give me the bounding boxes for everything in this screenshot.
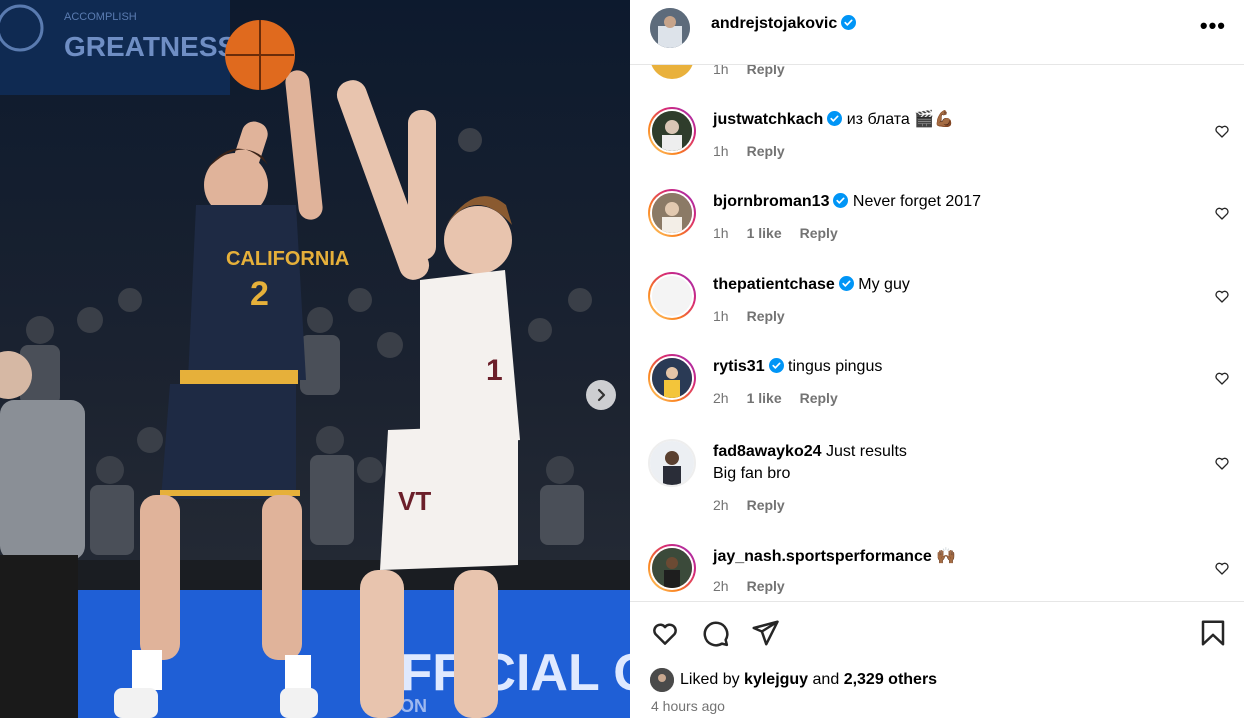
comment-time: 1h	[713, 143, 729, 159]
basketball-photo: ACCOMPLISH GREATNESS OFFICIAL GR O LION	[0, 0, 630, 718]
more-options-button[interactable]: •••	[1200, 15, 1226, 37]
comment-text: justwatchkach из блата 🎬💪🏾	[713, 109, 954, 131]
heart-icon[interactable]	[1214, 560, 1230, 576]
verified-badge-icon	[833, 193, 849, 208]
comment-time: 2h	[713, 497, 729, 513]
post-side-panel: andrejstojakovic ••• 1h Reply justwatchka…	[630, 0, 1244, 718]
comment-body-line2: Big fan bro	[713, 465, 791, 482]
comment-username[interactable]: bjornbroman13	[713, 193, 829, 210]
avatar[interactable]	[648, 189, 696, 237]
partial-comment-meta: 1h Reply	[713, 65, 785, 77]
author-avatar[interactable]	[650, 8, 690, 48]
next-photo-button[interactable]	[586, 380, 616, 410]
verified-badge-icon	[768, 358, 784, 373]
reply-button[interactable]: Reply	[800, 390, 838, 406]
comment-text: thepatientchase My guy	[713, 274, 910, 296]
jersey-text: CALIFORNIA	[226, 248, 349, 270]
post-header: andrejstojakovic •••	[630, 0, 1244, 60]
like-heart-icon[interactable]	[650, 618, 680, 648]
comment-username[interactable]: jay_nash.sportsperformance	[713, 548, 932, 565]
avatar[interactable]	[648, 354, 696, 402]
liked-by-label: Liked by	[680, 671, 740, 688]
comments-list[interactable]: 1h Reply justwatchkach из блата 🎬💪🏾 1h Rep…	[630, 65, 1244, 601]
comment-likes[interactable]: 1 like	[747, 390, 782, 406]
author-username-text[interactable]: andrejstojakovic	[711, 15, 837, 32]
comment-time: 1h	[713, 65, 729, 77]
avatar[interactable]	[648, 272, 696, 320]
chevron-right-icon	[597, 388, 606, 402]
comment-time: 2h	[713, 578, 729, 594]
comment-body: tingus pingus	[788, 358, 883, 375]
reply-button[interactable]: Reply	[747, 65, 785, 77]
partial-comment	[650, 65, 694, 79]
reply-button[interactable]: Reply	[747, 578, 785, 594]
verified-badge-icon	[827, 111, 843, 126]
post-timestamp: 4 hours ago	[651, 698, 725, 714]
comment-body: из блата 🎬💪🏾	[846, 111, 955, 128]
comment-meta: 2h 1 like Reply	[713, 390, 856, 406]
avatar[interactable]	[648, 544, 696, 592]
verified-badge-icon	[838, 276, 854, 291]
comment-body: Just results	[825, 443, 907, 460]
verified-badge-icon	[841, 15, 857, 30]
comment-time: 1h	[713, 308, 729, 324]
banner-small-text: ACCOMPLISH	[64, 11, 137, 23]
heart-icon[interactable]	[1214, 288, 1230, 304]
author-username[interactable]: andrejstojakovic	[711, 15, 857, 33]
banner-text: GREATNESS	[64, 31, 236, 62]
comment-time: 1h	[713, 225, 729, 241]
comment-text: jay_nash.sportsperformance 🙌🏾	[713, 546, 956, 568]
avatar[interactable]	[648, 107, 696, 155]
comment-body: Never forget 2017	[852, 193, 981, 210]
comment-text: rytis31 tingus pingus	[713, 356, 882, 378]
likes-count-button[interactable]: 2,329 others	[844, 671, 937, 689]
save-bookmark-icon[interactable]	[1198, 618, 1228, 648]
reply-button[interactable]: Reply	[747, 308, 785, 324]
comment-meta: 2h Reply	[713, 497, 803, 513]
comment-meta: 1h Reply	[713, 308, 803, 324]
comment-likes[interactable]: 1 like	[747, 225, 782, 241]
post-actions	[650, 618, 1230, 650]
share-send-icon[interactable]	[750, 618, 780, 648]
comment-time: 2h	[713, 390, 729, 406]
liked-and-label: and	[812, 671, 840, 688]
comment-text: fad8awayko24 Just results Big fan bro	[713, 441, 907, 485]
comment-meta: 2h Reply	[713, 578, 803, 594]
comment-meta: 1h Reply	[713, 143, 803, 159]
comment-username[interactable]: justwatchkach	[713, 111, 823, 128]
comment-text: bjornbroman13 Never forget 2017	[713, 191, 981, 213]
avatar[interactable]	[650, 65, 694, 79]
reply-button[interactable]: Reply	[747, 143, 785, 159]
heart-icon[interactable]	[1214, 455, 1230, 471]
reply-button[interactable]: Reply	[800, 225, 838, 241]
liker-username[interactable]: kylejguy	[744, 671, 808, 689]
avatar[interactable]	[648, 439, 696, 487]
actions-divider	[630, 601, 1244, 602]
post-photo[interactable]: ACCOMPLISH GREATNESS OFFICIAL GR O LION	[0, 0, 630, 718]
comment-username[interactable]: fad8awayko24	[713, 443, 822, 460]
opponent-number: 1	[486, 354, 503, 387]
comment-username[interactable]: rytis31	[713, 358, 765, 375]
jersey-number: 2	[250, 275, 269, 313]
likes-summary: Liked by kylejguy and 2,329 others	[650, 668, 937, 692]
reply-button[interactable]: Reply	[747, 497, 785, 513]
comment-meta: 1h 1 like Reply	[713, 225, 856, 241]
comment-body: 🙌🏾	[936, 548, 957, 565]
shorts-text: VT	[398, 486, 431, 516]
comment-body: My guy	[858, 276, 910, 293]
heart-icon[interactable]	[1214, 123, 1230, 139]
comment-username[interactable]: thepatientchase	[713, 276, 835, 293]
heart-icon[interactable]	[1214, 205, 1230, 221]
comment-bubble-icon[interactable]	[700, 618, 730, 648]
liker-avatar[interactable]	[650, 668, 674, 692]
heart-icon[interactable]	[1214, 370, 1230, 386]
